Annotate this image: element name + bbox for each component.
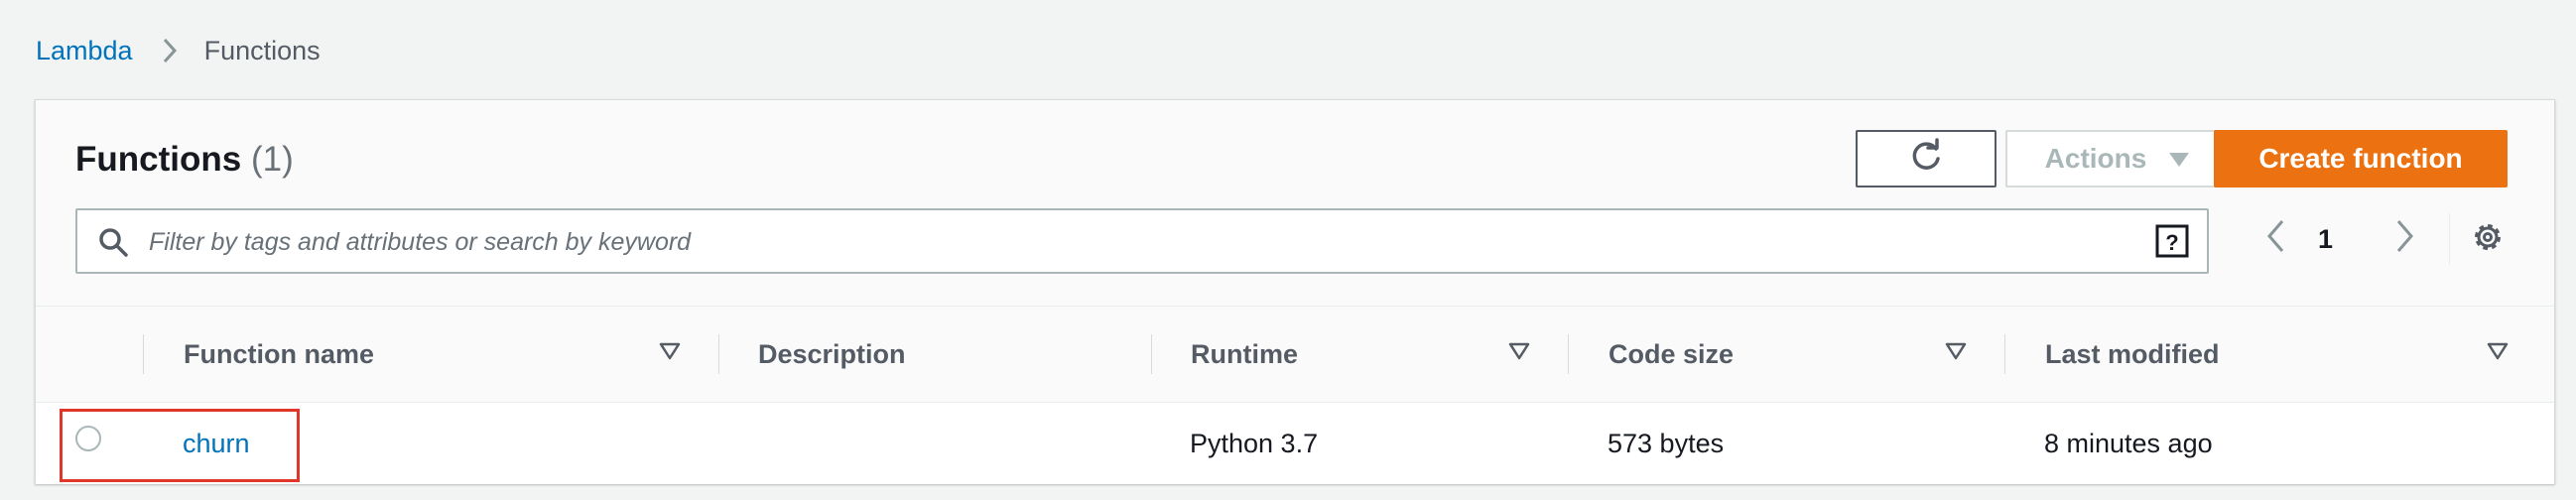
last-modified-cell: 8 minutes ago xyxy=(2044,428,2213,458)
caret-down-icon xyxy=(2168,143,2190,175)
refresh-icon xyxy=(1907,137,1945,181)
search-icon xyxy=(97,226,129,263)
actions-label: Actions xyxy=(2044,143,2147,174)
sort-icon[interactable] xyxy=(2487,342,2509,365)
column-divider xyxy=(718,334,719,374)
column-divider xyxy=(2004,334,2005,374)
gear-icon[interactable] xyxy=(2470,219,2506,260)
sort-icon[interactable] xyxy=(1508,342,1530,365)
table-header: Function name Description Runtime Code s… xyxy=(36,306,2554,403)
function-count: (1) xyxy=(250,140,294,179)
help-icon[interactable]: ? xyxy=(2155,224,2189,263)
chevron-left-icon[interactable] xyxy=(2265,218,2287,259)
highlight-box xyxy=(60,409,300,482)
search-input[interactable] xyxy=(147,210,2135,274)
page-number[interactable]: 1 xyxy=(2318,224,2333,255)
column-header-runtime[interactable]: Runtime xyxy=(1191,307,1298,402)
title-text: Functions xyxy=(75,140,242,179)
chevron-right-icon xyxy=(161,37,179,64)
chevron-right-icon[interactable] xyxy=(2393,218,2415,259)
code-size-cell: 573 bytes xyxy=(1608,428,1725,458)
column-divider xyxy=(1151,334,1152,374)
breadcrumb-lambda-link[interactable]: Lambda xyxy=(36,36,133,66)
runtime-cell: Python 3.7 xyxy=(1190,428,1319,458)
sort-icon[interactable] xyxy=(659,342,681,365)
breadcrumb-current: Functions xyxy=(203,35,321,65)
svg-text:?: ? xyxy=(2165,230,2178,255)
refresh-button[interactable] xyxy=(1856,130,1996,188)
column-header-function-name[interactable]: Function name xyxy=(184,307,374,402)
column-divider xyxy=(1568,334,1569,374)
actions-dropdown-button[interactable]: Actions xyxy=(2005,130,2230,188)
breadcrumb: Lambda Functions xyxy=(36,33,321,68)
sort-icon[interactable] xyxy=(1945,342,1967,365)
create-function-button[interactable]: Create function xyxy=(2214,130,2508,188)
functions-table: Function name Description Runtime Code s… xyxy=(36,306,2554,484)
column-header-last-modified[interactable]: Last modified xyxy=(2045,307,2220,402)
column-header-code-size[interactable]: Code size xyxy=(1609,307,1734,402)
functions-panel: Functions (1) Actions Create function Fi… xyxy=(35,99,2555,484)
table-row[interactable]: churn Python 3.7 573 bytes 8 minutes ago xyxy=(36,403,2554,484)
search-bar: ? xyxy=(75,208,2209,274)
divider xyxy=(2449,213,2450,265)
column-divider xyxy=(143,334,144,374)
page-title: Functions (1) xyxy=(75,140,294,180)
column-header-description: Description xyxy=(758,338,906,369)
